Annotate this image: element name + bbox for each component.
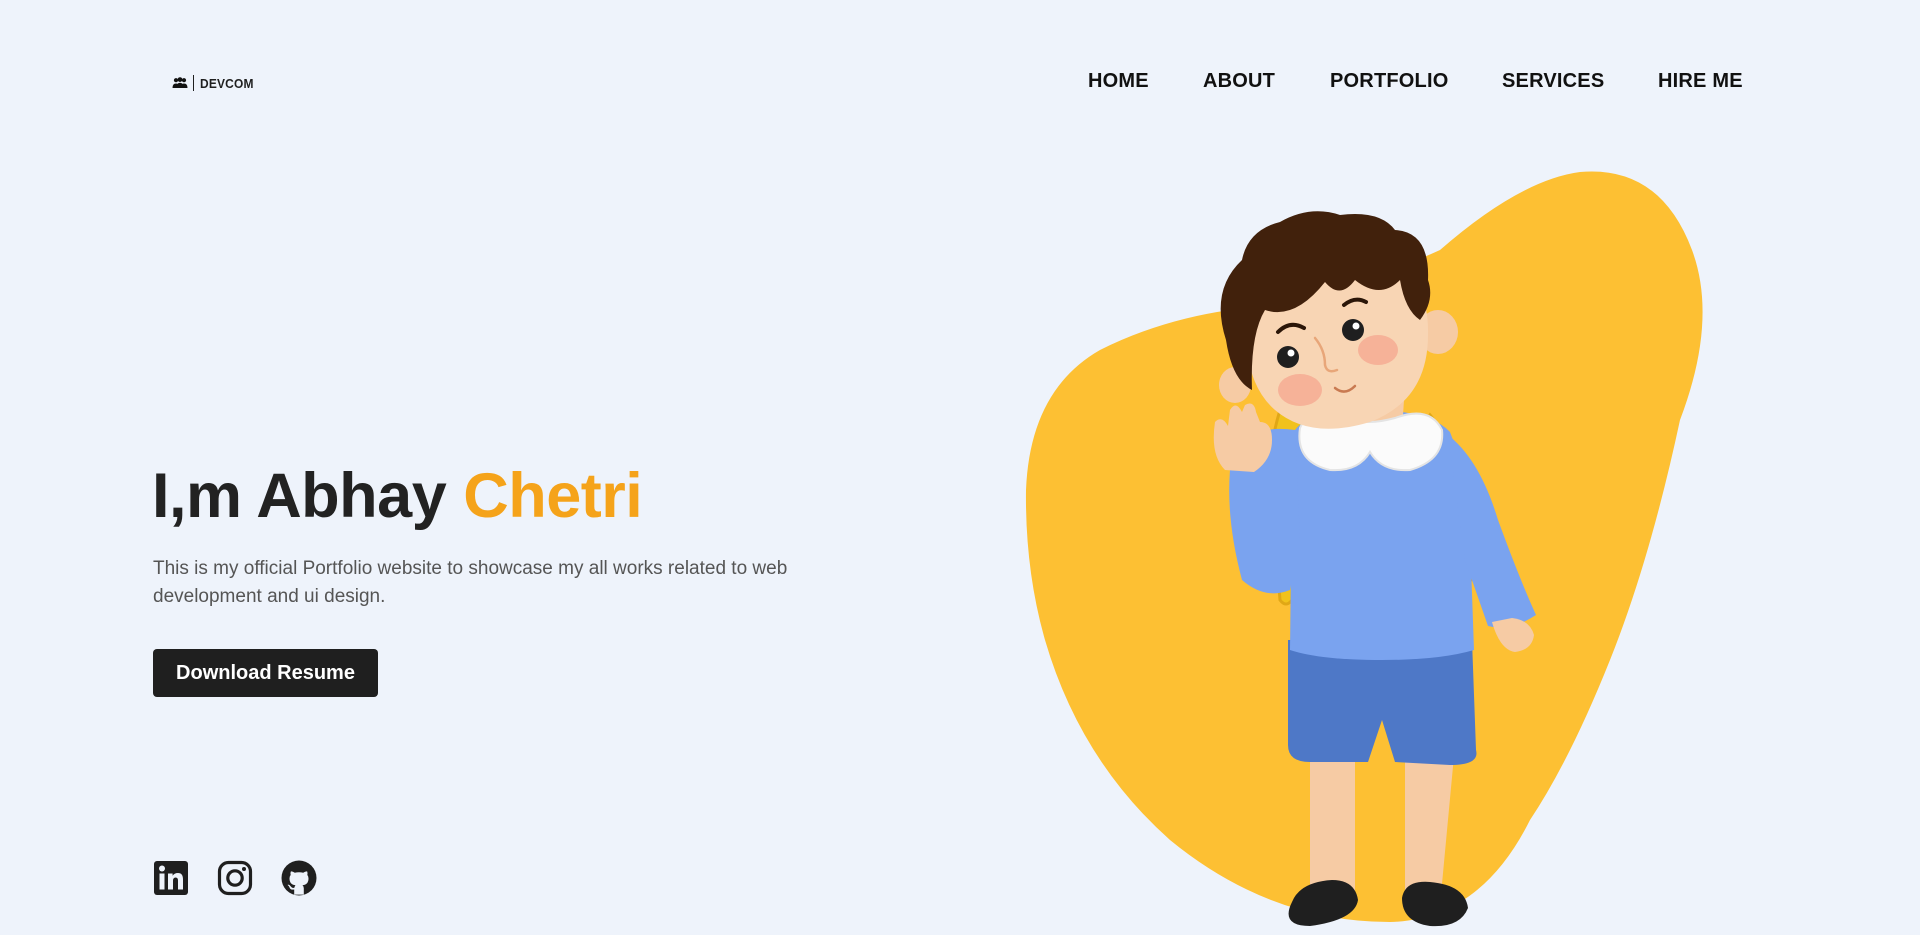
- hero-title-accent: Chetri: [463, 461, 643, 531]
- nav-services[interactable]: SERVICES: [1502, 70, 1604, 93]
- download-resume-button[interactable]: Download Resume: [153, 649, 378, 697]
- hero-title-name: I,m Abhay: [152, 461, 447, 531]
- nav-about[interactable]: ABOUT: [1203, 70, 1275, 93]
- hero-illustration: [1025, 171, 1703, 927]
- nav-portfolio[interactable]: PORTFOLIO: [1330, 70, 1448, 93]
- github-icon[interactable]: [281, 860, 317, 896]
- nav-hire-me[interactable]: HIRE ME: [1658, 70, 1743, 93]
- main-nav: HOME ABOUT PORTFOLIO SERVICES HIRE ME: [0, 70, 1920, 96]
- nav-home[interactable]: HOME: [1088, 70, 1149, 93]
- instagram-icon[interactable]: [217, 860, 253, 896]
- hero-description: This is my official Portfolio website to…: [153, 558, 788, 607]
- hero-title: I,m Abhay Chetri: [152, 460, 643, 532]
- page: DEVCOM HOME ABOUT PORTFOLIO SERVICES HIR…: [0, 0, 1920, 935]
- linkedin-icon[interactable]: [153, 860, 189, 896]
